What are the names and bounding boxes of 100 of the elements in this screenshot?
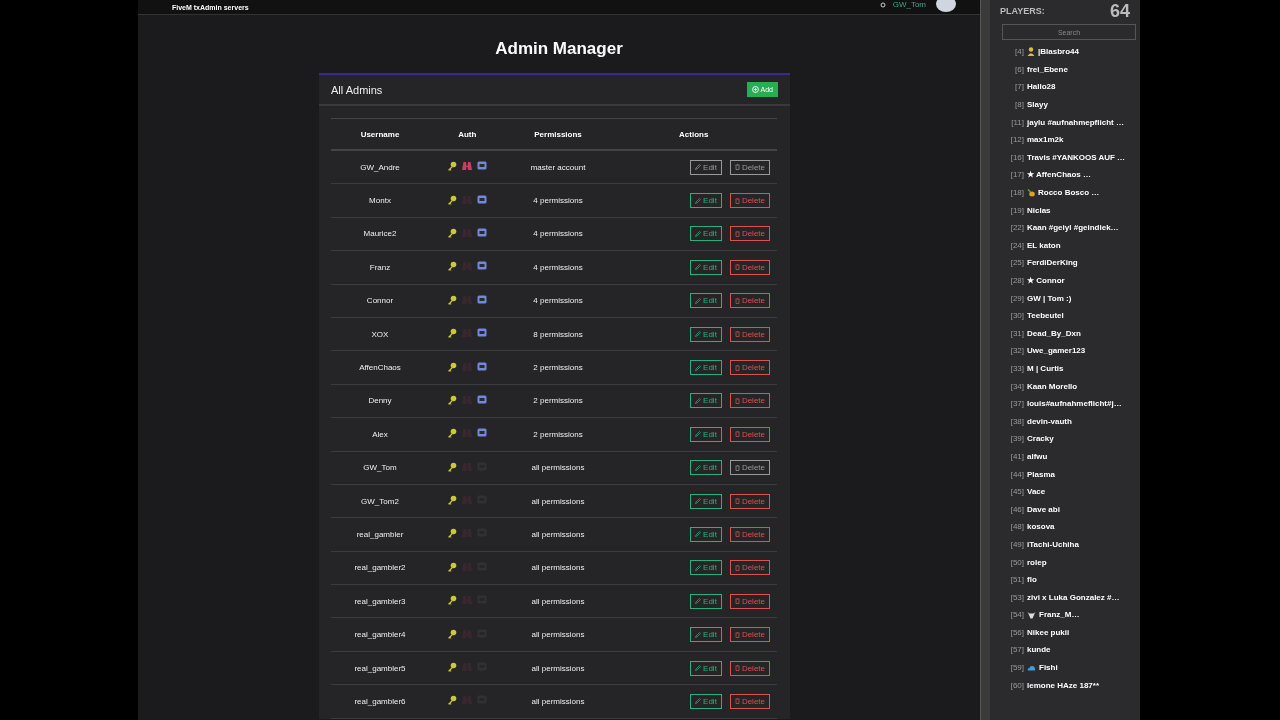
player-name[interactable]: Dave abi (1027, 504, 1060, 514)
pencil-icon (695, 264, 702, 271)
player-name[interactable]: Franz_M… (1039, 610, 1080, 620)
pencil-icon (695, 598, 702, 605)
key-icon (447, 394, 458, 405)
edit-button[interactable]: Edit (690, 426, 722, 442)
edit-button[interactable]: Edit (690, 259, 722, 275)
player-id: [39] (1009, 434, 1024, 444)
player-name[interactable]: devin-vauth (1027, 416, 1072, 426)
player-name[interactable]: Dead_By_Dxn (1027, 328, 1081, 338)
player-id: [12] (1009, 135, 1024, 145)
player-id: [56] (1009, 627, 1024, 637)
delete-button[interactable]: Delete (729, 493, 770, 509)
pencil-icon (695, 197, 702, 204)
player-name[interactable]: jaylu #aufnahmepflicht … (1027, 117, 1124, 127)
sun-icon[interactable] (878, 1, 887, 9)
player-name[interactable]: Plasma (1027, 469, 1056, 479)
delete-button[interactable]: Delete (729, 527, 770, 542)
username-cell: Alex (331, 417, 429, 451)
delete-button[interactable]: Delete (729, 627, 770, 643)
key-icon (447, 227, 458, 238)
player-name[interactable]: zivi x Luka Gonzalez #… (1027, 592, 1120, 602)
edit-button[interactable]: Edit (690, 493, 722, 509)
player-name[interactable]: kosova (1027, 522, 1055, 532)
player-name[interactable]: M | Curtis (1027, 364, 1064, 373)
delete-button[interactable]: Delete (729, 660, 770, 676)
player-name[interactable]: ★ AffenChaos … (1027, 170, 1092, 180)
edit-button[interactable]: Edit (690, 226, 722, 242)
player-name[interactable]: kunde (1027, 645, 1051, 655)
trash-icon (734, 631, 740, 638)
delete-button[interactable]: Delete (729, 360, 770, 376)
username-cell: real_gambler5 (331, 651, 429, 685)
pencil-icon (695, 364, 702, 371)
edit-button[interactable]: Edit (690, 593, 722, 609)
player-name[interactable]: iTachi-Uchiha (1027, 539, 1079, 549)
player-name[interactable]: frei_Ebene (1027, 64, 1068, 74)
player-id: [22] (1009, 223, 1024, 233)
permissions-cell: all permissions (505, 651, 611, 685)
delete-button[interactable]: Delete (729, 426, 770, 442)
permissions-cell: 2 permissions (505, 350, 611, 385)
permissions-cell: all permissions (505, 484, 611, 518)
player-name[interactable]: louis#aufnahmeflicht#j… (1027, 399, 1122, 409)
edit-button[interactable]: Edit (690, 293, 722, 309)
player-name[interactable]: ★ Connor (1027, 276, 1065, 285)
player-id: [28] (1009, 276, 1024, 285)
edit-button[interactable]: Edit (690, 193, 722, 209)
edit-button[interactable]: Edit (690, 693, 722, 709)
player-id: [8] (1014, 100, 1024, 110)
player-name[interactable]: Cracky (1027, 434, 1054, 444)
delete-button[interactable]: Delete (729, 693, 770, 709)
player-name[interactable]: EL katon (1027, 240, 1061, 250)
player-name[interactable]: flo (1027, 575, 1037, 585)
player-name[interactable]: alfwu (1027, 451, 1048, 461)
edit-button[interactable]: Edit (690, 627, 722, 643)
username-cell: real_gambler2 (331, 551, 429, 585)
player-name[interactable]: Fishi (1039, 663, 1058, 673)
delete-button[interactable]: Delete (729, 293, 770, 309)
player-name[interactable]: Teebeutel (1027, 311, 1064, 321)
pencil-icon (695, 531, 702, 538)
cloud-icon (1027, 664, 1036, 671)
player-id: [11] (1010, 117, 1024, 127)
player-name[interactable]: FerdiDerKing (1027, 258, 1078, 268)
player-name[interactable]: Hallo28 (1027, 82, 1056, 92)
edit-button[interactable]: Edit (690, 326, 722, 342)
trash-icon (734, 364, 740, 371)
player-name[interactable]: rolep (1027, 557, 1047, 567)
player-name[interactable]: Slayy (1027, 100, 1048, 110)
permissions-cell: 8 permissions (505, 317, 611, 351)
player-name[interactable]: Rocco Bosco … (1038, 188, 1100, 198)
edit-button[interactable]: Edit (690, 393, 722, 409)
player-name[interactable]: lemone HAze 187** (1027, 680, 1100, 690)
player-name[interactable]: GW | Tom :) (1027, 293, 1072, 303)
delete-button[interactable]: Delete (729, 326, 770, 342)
trash-icon (734, 397, 740, 404)
delete-button[interactable]: Delete (729, 193, 770, 209)
delete-button[interactable]: Delete (729, 226, 770, 242)
player-name[interactable]: Kaan Morello (1027, 381, 1078, 391)
player-name[interactable]: Nikee pukii (1027, 627, 1070, 637)
delete-button[interactable]: Delete (729, 259, 770, 275)
player-name[interactable]: Niclas (1027, 205, 1051, 215)
player-name[interactable]: Vace (1027, 487, 1046, 497)
edit-button[interactable]: Edit (690, 460, 722, 476)
player-name[interactable]: Kaan #geiyl #geindiek… (1027, 223, 1119, 233)
edit-button[interactable]: Edit (690, 660, 722, 676)
username[interactable]: GW_Tom (892, 0, 926, 9)
delete-button[interactable]: Delete (729, 393, 770, 409)
player-name[interactable]: max1m2k (1027, 135, 1064, 145)
delete-button[interactable]: Delete (729, 560, 770, 576)
edit-button[interactable]: Edit (690, 527, 722, 542)
delete-button[interactable]: Delete (729, 593, 770, 609)
edit-button[interactable]: Edit (690, 560, 722, 576)
player-name[interactable]: Travis #YANKOOS AUF … (1027, 152, 1126, 162)
player-name[interactable]: |Blasbro44 (1038, 47, 1079, 57)
trash-icon (734, 665, 740, 672)
player-name[interactable]: Uwe_gamer123 (1027, 346, 1086, 356)
username-cell: real_gambler3 (331, 584, 429, 618)
avatar[interactable] (936, 0, 956, 12)
edit-button[interactable]: Edit (690, 360, 722, 376)
scrollbar[interactable] (980, 0, 990, 720)
player-id: [29] (1009, 293, 1024, 303)
